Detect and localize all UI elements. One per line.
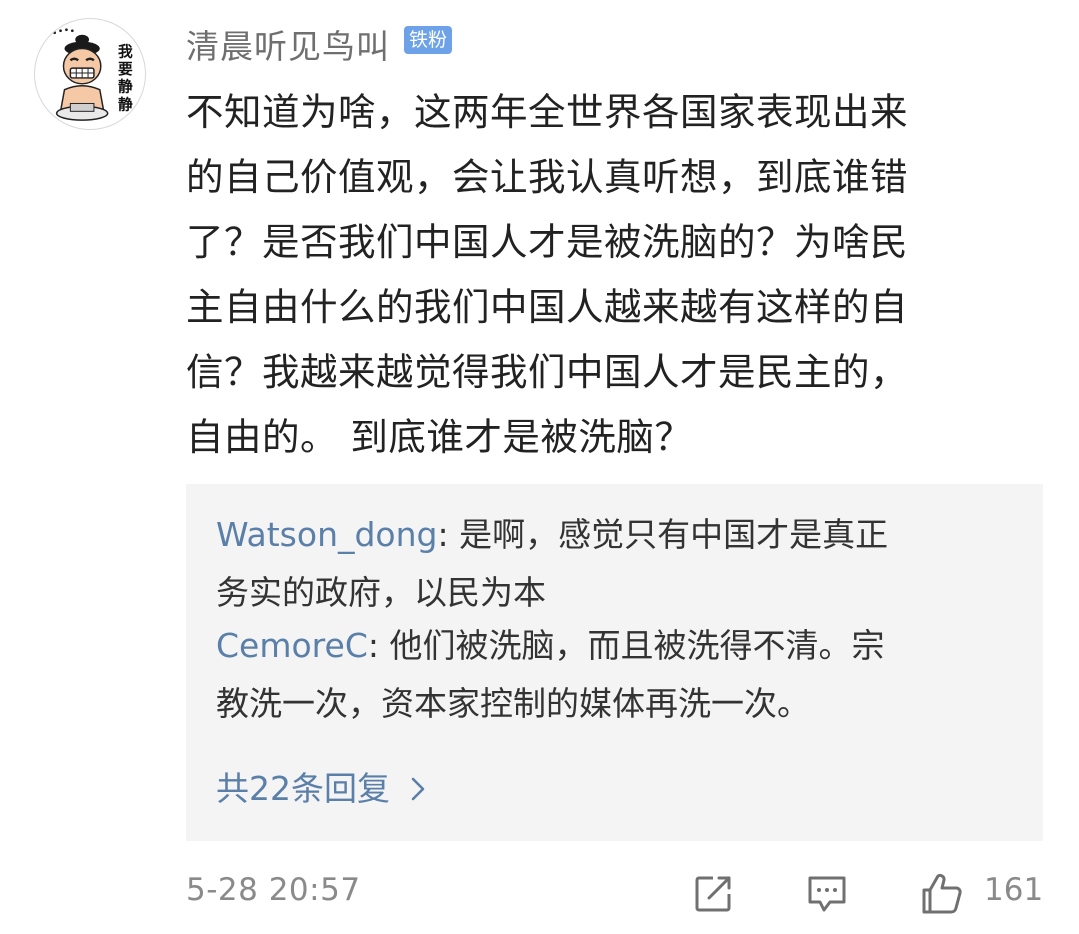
comment-card: 我 要 静 静 清晨听见鸟叫 铁粉 不知道为啥，这两年全世界各国家表现出来 的自…: [0, 0, 1079, 934]
share-edit-icon[interactable]: [691, 870, 737, 916]
comment-bubble-icon[interactable]: [804, 870, 850, 916]
comment-body: 不知道为啥，这两年全世界各国家表现出来 的自己价值观，会让我认真听想，到底谁错 …: [186, 80, 1048, 470]
avatar-caption-2: 要: [118, 61, 133, 78]
replies-box[interactable]: Watson_dong: 是啊，感觉只有中国才是真正 务实的政府，以民为本 Ce…: [186, 484, 1043, 841]
author-row: 清晨听见鸟叫 铁粉: [186, 18, 453, 70]
chevron-right-icon: [411, 777, 425, 801]
comment-footer: 5-28 20:57 161: [186, 866, 1044, 922]
reply-text: 是啊，感觉只有中国才是真正: [448, 515, 889, 554]
reply-separator: :: [437, 515, 449, 554]
thumbs-up-icon[interactable]: [918, 870, 964, 916]
fan-badge: 铁粉: [404, 26, 453, 54]
more-replies-link[interactable]: 共22条回复: [216, 764, 430, 814]
reply-item[interactable]: Watson_dong: 是啊，感觉只有中国才是真正 务实的政府，以民为本: [216, 506, 996, 622]
comment-line: 信？我越来越觉得我们中国人才是民主的，: [186, 350, 908, 394]
comment-line: 了？是否我们中国人才是被洗脑的？为啥民: [186, 220, 908, 264]
avatar-caption-1: 我: [118, 42, 133, 60]
comment-line: 自由的。 到底谁才是被洗脑？: [186, 415, 693, 459]
avatar-caption-4: 静: [118, 95, 133, 113]
reply-text: 务实的政府，以民为本: [216, 573, 546, 612]
avatar[interactable]: 我 要 静 静: [34, 18, 146, 130]
username[interactable]: 清晨听见鸟叫: [186, 20, 390, 68]
like-count: 161: [984, 872, 1044, 908]
more-replies-label: 共22条回复: [216, 769, 390, 808]
avatar-image: 我 要 静 静: [53, 28, 133, 121]
reply-separator: :: [367, 626, 379, 665]
reply-item[interactable]: CemoreC: 他们被洗脑，而且被洗得不清。宗 教洗一次，资本家控制的媒体再洗…: [216, 617, 996, 733]
comment-line: 的自己价值观，会让我认真听想，到底谁错: [186, 155, 908, 199]
timestamp: 5-28 20:57: [186, 872, 361, 908]
reply-text: 他们被洗脑，而且被洗得不清。宗: [379, 626, 885, 665]
reply-text: 教洗一次，资本家控制的媒体再洗一次。: [216, 684, 810, 723]
reply-username[interactable]: Watson_dong: [216, 515, 437, 554]
avatar-caption-3: 静: [118, 78, 133, 96]
comment-line: 主自由什么的我们中国人越来越有这样的自: [186, 285, 908, 329]
comment-line: 不知道为啥，这两年全世界各国家表现出来: [186, 90, 908, 134]
reply-username[interactable]: CemoreC: [216, 626, 368, 665]
